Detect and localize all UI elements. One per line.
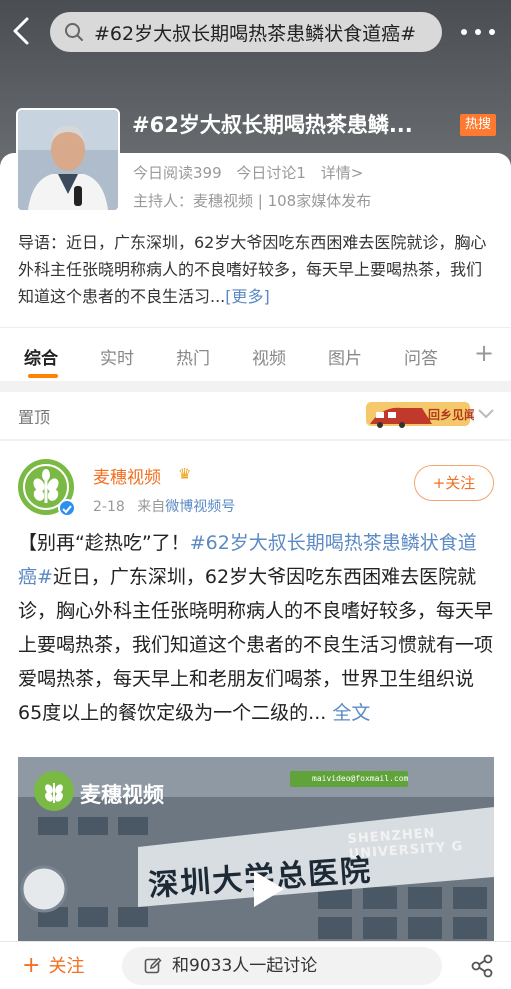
- post-text: 【别再“趁热吃”了！#62岁大叔长期喝热茶患鳞状食道癌#近日，广东深圳，62岁大…: [18, 526, 494, 730]
- more-options-icon[interactable]: [461, 20, 495, 44]
- hometown-news-promo-icon[interactable]: 回乡见闻: [362, 394, 474, 432]
- video-brand-name: 麦穗视频: [80, 783, 164, 807]
- bottom-action-bar: + 关注 和9033人一起讨论: [0, 941, 511, 989]
- source-prefix: 来自: [137, 499, 166, 515]
- bottom-follow-label: 关注: [48, 956, 85, 977]
- tab-video[interactable]: 视频: [252, 344, 286, 369]
- plus-icon: +: [22, 953, 41, 978]
- post-text-open: 【别再“趁热吃”了！: [18, 532, 190, 554]
- video-mail-watermark: maivideo@foxmail.com: [290, 771, 408, 787]
- share-icon[interactable]: [470, 954, 494, 978]
- tab-comprehensive[interactable]: 综合: [24, 344, 58, 369]
- top-bar: #62岁大叔长期喝热茶患鳞状食道癌#: [0, 10, 511, 54]
- edit-icon: [144, 957, 162, 974]
- member-crown-icon: ♛: [178, 465, 192, 483]
- discuss-input[interactable]: 和9033人一起讨论: [122, 947, 442, 985]
- topic-title: #62岁大叔长期喝热茶患鳞...: [132, 113, 413, 137]
- today-discussions: 今日讨论1: [236, 164, 306, 182]
- author-name[interactable]: 麦穗视频: [93, 463, 161, 488]
- search-query: #62岁大叔长期喝热茶患鳞状食道癌#: [94, 22, 417, 45]
- video-brand-logo: [34, 771, 74, 811]
- follow-button[interactable]: +关注: [414, 465, 494, 501]
- post-meta: 2-18 来自微博视频号: [93, 496, 235, 516]
- verified-badge-icon: [58, 499, 76, 517]
- bottom-follow-button[interactable]: + 关注: [22, 952, 84, 978]
- active-tab-indicator: [28, 374, 58, 378]
- weibo-post: 麦穗视频 ♛ 2-18 来自微博视频号 +关注 【别再“趁热吃”了！#62岁大叔…: [0, 441, 511, 941]
- intro-more-link[interactable]: [更多]: [225, 287, 270, 306]
- promo-text: 回乡见闻: [428, 407, 474, 422]
- add-tab-icon[interactable]: +: [474, 341, 494, 365]
- topic-cover-image: [16, 108, 120, 212]
- full-text-link[interactable]: 全文: [332, 702, 370, 724]
- chevron-down-icon[interactable]: [477, 406, 495, 420]
- tab-bar: 综合 实时 热门 视频 图片 问答 +: [0, 327, 511, 381]
- details-link[interactable]: 详情>: [321, 164, 364, 182]
- post-text-body: 近日，广东深圳，62岁大爷因吃东西困难去医院就诊，胸心外科主任张晓明称病人的不良…: [18, 566, 494, 724]
- search-icon: [65, 23, 83, 41]
- topic-intro: 导语：近日，广东深圳，62岁大爷因吃东西困难去医院就诊，胸心外科主任张晓明称病人…: [18, 229, 496, 310]
- post-video[interactable]: 麦穗视频 maivideo@foxmail.com SHENZHEN UNIVE…: [18, 757, 494, 941]
- pinned-label: 置顶: [18, 408, 51, 427]
- tab-qa[interactable]: 问答: [404, 344, 438, 369]
- topic-host: 主持人：麦穗视频 | 108家媒体发布: [133, 192, 372, 210]
- search-input[interactable]: #62岁大叔长期喝热茶患鳞状食道癌#: [50, 12, 442, 52]
- play-icon[interactable]: [242, 865, 290, 913]
- discuss-label: 和9033人一起讨论: [172, 956, 318, 976]
- tab-hot[interactable]: 热门: [176, 344, 210, 369]
- tab-realtime[interactable]: 实时: [100, 344, 134, 369]
- post-source-link[interactable]: 微博视频号: [165, 499, 235, 515]
- back-icon[interactable]: [10, 16, 40, 48]
- tab-images[interactable]: 图片: [328, 344, 362, 369]
- hot-search-badge: 热搜: [460, 114, 497, 136]
- today-reads: 今日阅读399: [133, 164, 222, 182]
- pinned-bar[interactable]: 置顶 回乡见闻: [0, 392, 511, 439]
- post-date: 2-18: [93, 499, 125, 515]
- topic-stats: 今日阅读399 今日讨论1 详情>: [133, 162, 373, 183]
